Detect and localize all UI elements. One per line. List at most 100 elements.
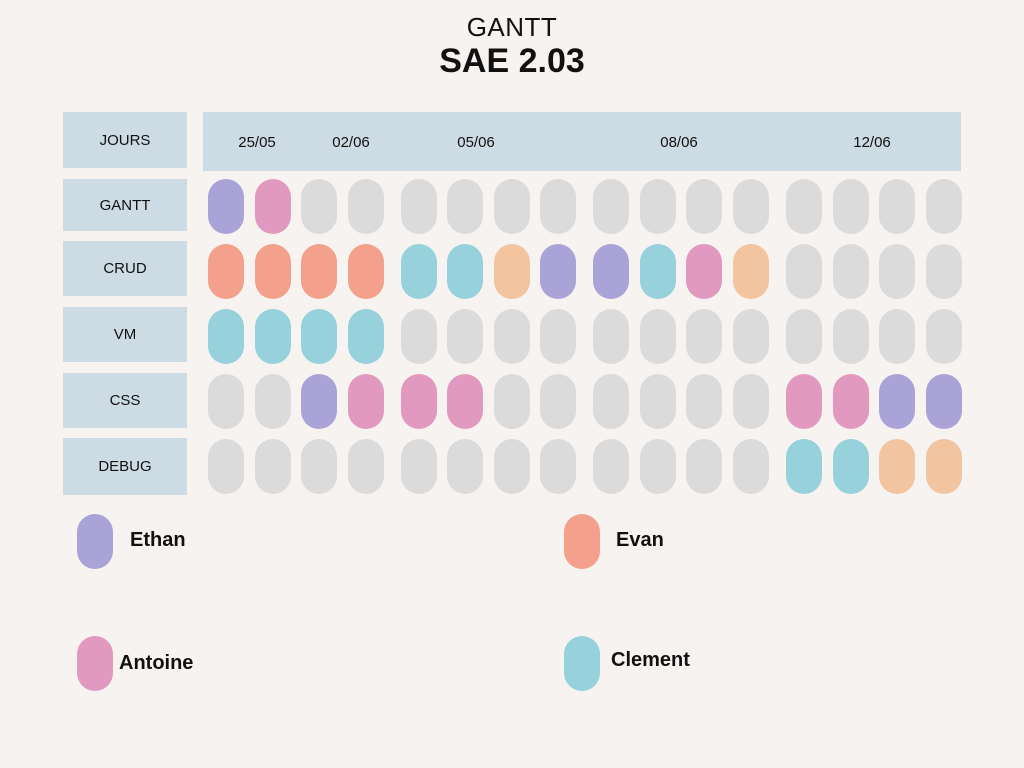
task-cell [401, 374, 437, 429]
task-cell [401, 309, 437, 364]
task-cell [540, 244, 576, 299]
task-cell [494, 309, 530, 364]
task-cell [301, 439, 337, 494]
task-cell [833, 309, 869, 364]
task-cell [301, 244, 337, 299]
task-cell [447, 374, 483, 429]
task-cell [833, 179, 869, 234]
legend-name-antoine: Antoine [119, 652, 194, 674]
task-cell [348, 439, 384, 494]
task-cell [208, 179, 244, 234]
task-cell [255, 309, 291, 364]
task-cell [255, 244, 291, 299]
task-cell [540, 179, 576, 234]
task-cell [494, 374, 530, 429]
task-cell [833, 439, 869, 494]
task-cell [733, 179, 769, 234]
task-cell [208, 244, 244, 299]
task-cell [494, 439, 530, 494]
task-cell [686, 179, 722, 234]
task-cell [301, 374, 337, 429]
task-cell [494, 179, 530, 234]
days-header-bar [203, 112, 961, 171]
task-cell [686, 374, 722, 429]
task-cell [733, 309, 769, 364]
task-cell [786, 439, 822, 494]
task-cell [255, 179, 291, 234]
task-cell [208, 374, 244, 429]
task-cell [686, 244, 722, 299]
task-cell [540, 374, 576, 429]
legend-swatch-clement [564, 636, 600, 691]
task-cell [879, 309, 915, 364]
task-cell [926, 374, 962, 429]
task-cell [926, 439, 962, 494]
header-label-jours: JOURS [63, 112, 187, 168]
legend-name-evan: Evan [616, 529, 664, 551]
task-cell [401, 244, 437, 299]
task-cell [786, 374, 822, 429]
legend-name-clement: Clement [611, 649, 690, 671]
date-label: 12/06 [853, 133, 891, 151]
task-cell [301, 179, 337, 234]
task-cell [593, 179, 629, 234]
task-label-crud: CRUD [63, 241, 187, 296]
task-label-debug: DEBUG [63, 438, 187, 495]
task-cell [640, 309, 676, 364]
task-cell [447, 309, 483, 364]
task-cell [593, 374, 629, 429]
task-cell [593, 439, 629, 494]
task-cell [786, 179, 822, 234]
task-cell [640, 244, 676, 299]
chart-subtitle: SAE 2.03 [439, 42, 585, 80]
task-cell [686, 439, 722, 494]
date-label: 25/05 [238, 133, 276, 151]
task-cell [786, 244, 822, 299]
legend-swatch-ethan [77, 514, 113, 569]
task-cell [879, 439, 915, 494]
task-cell [208, 309, 244, 364]
task-cell [593, 309, 629, 364]
chart-title: GANTT [466, 12, 558, 42]
task-cell [401, 439, 437, 494]
task-label-vm: VM [63, 307, 187, 362]
task-cell [733, 374, 769, 429]
task-cell [879, 179, 915, 234]
legend-name-ethan: Ethan [130, 529, 186, 551]
task-cell [301, 309, 337, 364]
task-cell [926, 244, 962, 299]
task-cell [208, 439, 244, 494]
task-cell [833, 374, 869, 429]
legend-swatch-evan [564, 514, 600, 569]
task-cell [348, 244, 384, 299]
legend-swatch-antoine [77, 636, 113, 691]
task-cell [733, 439, 769, 494]
task-cell [255, 374, 291, 429]
task-label-gantt: GANTT [63, 179, 187, 231]
task-cell [879, 374, 915, 429]
task-cell [447, 244, 483, 299]
task-cell [494, 244, 530, 299]
task-cell [348, 309, 384, 364]
task-cell [926, 309, 962, 364]
date-label: 05/06 [457, 133, 495, 151]
task-cell [447, 439, 483, 494]
date-label: 02/06 [332, 133, 370, 151]
task-cell [926, 179, 962, 234]
task-cell [348, 179, 384, 234]
task-cell [540, 439, 576, 494]
task-cell [401, 179, 437, 234]
task-cell [879, 244, 915, 299]
task-cell [593, 244, 629, 299]
task-cell [540, 309, 576, 364]
task-cell [255, 439, 291, 494]
task-cell [686, 309, 722, 364]
task-cell [348, 374, 384, 429]
task-cell [833, 244, 869, 299]
task-cell [447, 179, 483, 234]
task-cell [786, 309, 822, 364]
task-label-css: CSS [63, 373, 187, 428]
task-cell [640, 439, 676, 494]
task-cell [640, 179, 676, 234]
date-label: 08/06 [660, 133, 698, 151]
